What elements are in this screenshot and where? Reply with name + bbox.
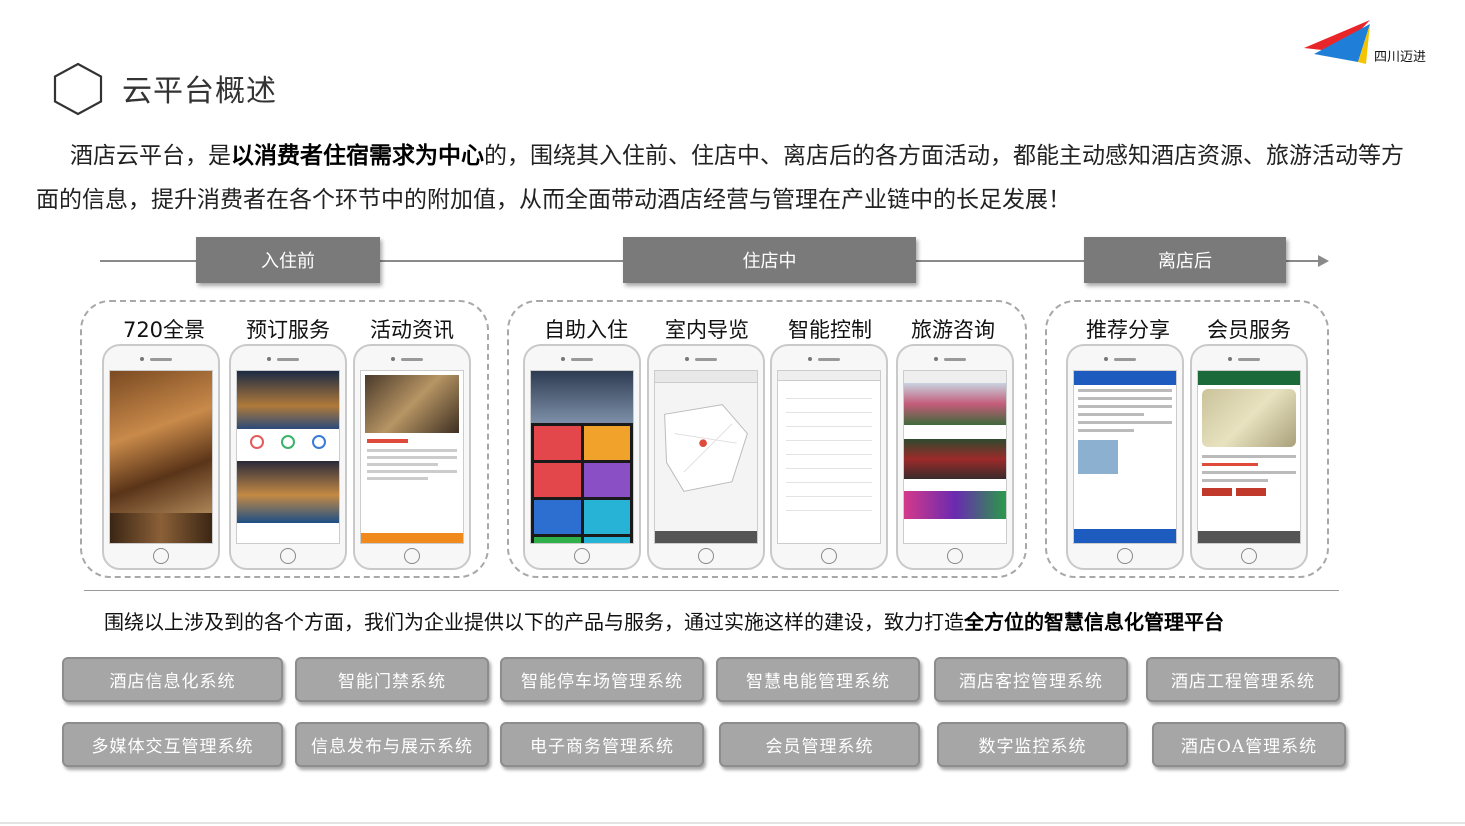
system-guestroom-control[interactable]: 酒店客控管理系统: [934, 657, 1128, 702]
feature-label-travel-info: 旅游咨询: [911, 318, 995, 342]
phase-during-stay: 住店中: [623, 237, 916, 283]
summary-text: 围绕以上涉及到的各个方面，我们为企业提供以下的产品与服务，通过实施这样的建设，致…: [104, 606, 1224, 635]
system-surveillance[interactable]: 数字监控系统: [937, 722, 1128, 767]
screen-panorama: [109, 370, 213, 544]
system-info-display[interactable]: 信息发布与展示系统: [295, 722, 489, 767]
page-title: 云平台概述: [122, 74, 277, 109]
system-multimedia[interactable]: 多媒体交互管理系统: [62, 722, 283, 767]
screen-self-checkin: [530, 370, 634, 544]
feature-label-self-checkin: 自助入住: [544, 318, 628, 342]
timeline-arrow-icon: [1318, 255, 1329, 267]
system-ecommerce[interactable]: 电子商务管理系统: [500, 722, 704, 767]
system-power[interactable]: 智慧电能管理系统: [716, 657, 920, 702]
system-membership[interactable]: 会员管理系统: [719, 722, 920, 767]
phone-mockup-self-checkin: [523, 344, 641, 570]
system-parking[interactable]: 智能停车场管理系统: [500, 657, 704, 702]
phone-mockup-activities: [353, 344, 471, 570]
intro-emphasis: 以消费者住宿需求为中心: [231, 143, 484, 169]
screen-booking: [236, 370, 340, 544]
brand-name: 四川迈进: [1374, 50, 1427, 65]
feature-label-indoor-guide: 室内导览: [665, 318, 749, 342]
screen-member-card: [1197, 370, 1301, 544]
phase-before-checkin: 入住前: [196, 237, 380, 283]
feature-label-membership: 会员服务: [1207, 318, 1291, 342]
screen-travel-list: [903, 370, 1007, 544]
screen-activities: [360, 370, 464, 544]
feature-label-share: 推荐分享: [1086, 318, 1170, 342]
footer-rule: [0, 822, 1465, 824]
section-divider: [84, 590, 1339, 591]
intro-prefix: 酒店云平台，是: [70, 143, 231, 169]
intro-paragraph: 酒店云平台，是以消费者住宿需求为中心的，围绕其入住前、住店中、离店后的各方面活动…: [36, 134, 1416, 222]
feature-label-booking: 预订服务: [246, 318, 330, 342]
phase-after-checkout: 离店后: [1084, 237, 1286, 283]
feature-label-panorama: 720全景: [122, 318, 206, 342]
phone-mockup-indoor-guide: [647, 344, 765, 570]
phone-mockup-panorama: [102, 344, 220, 570]
hexagon-icon: [53, 62, 103, 116]
phone-mockup-booking: [229, 344, 347, 570]
system-engineering[interactable]: 酒店工程管理系统: [1146, 657, 1340, 702]
screen-social-share: [1073, 370, 1177, 544]
feature-label-activities: 活动资讯: [370, 318, 454, 342]
system-oa[interactable]: 酒店OA管理系统: [1152, 722, 1346, 767]
phone-mockup-smart-control: [770, 344, 888, 570]
feature-label-smart-control: 智能控制: [788, 318, 872, 342]
summary-emphasis: 全方位的智慧信息化管理平台: [964, 610, 1224, 634]
phone-mockup-travel-info: [896, 344, 1014, 570]
system-hotel-informatization[interactable]: 酒店信息化系统: [62, 657, 283, 702]
summary-prefix: 围绕以上涉及到的各个方面，我们为企业提供以下的产品与服务，通过实施这样的建设，致…: [104, 610, 964, 634]
system-access-control[interactable]: 智能门禁系统: [295, 657, 489, 702]
phone-mockup-membership: [1190, 344, 1308, 570]
screen-device-list: [777, 370, 881, 544]
phone-mockup-share: [1066, 344, 1184, 570]
screen-indoor-map: [654, 370, 758, 544]
